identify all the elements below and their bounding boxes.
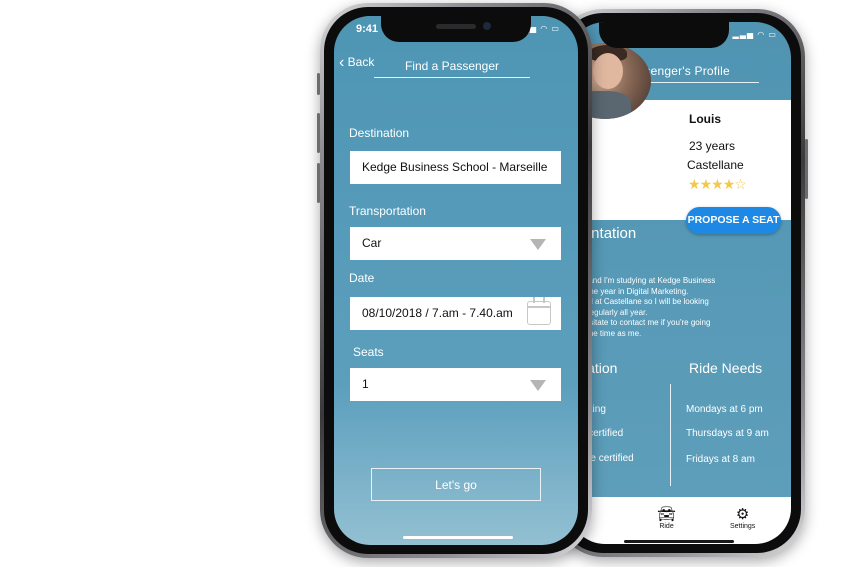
mute-switch <box>317 73 320 95</box>
bio-line: located at Castellane so I will be looki… <box>569 297 709 306</box>
phone-notch <box>599 22 729 48</box>
ride-need-friday: Fridays at 8 am <box>686 454 755 465</box>
star-filled-icon: ★ <box>722 176 736 192</box>
volume-down-button <box>317 163 320 203</box>
phone-frame-front: 9:41 ▂▃▅ ◠ ▭ ‹ Back Find a Passenger Des… <box>317 3 592 558</box>
star-filled-icon: ★ <box>699 176 713 192</box>
phone-notch <box>381 16 531 42</box>
tab-ride[interactable]: 🚘︎ Ride <box>657 506 677 531</box>
volume-up-button <box>317 113 320 153</box>
seats-select[interactable]: 1 <box>350 368 561 401</box>
chevron-down-icon <box>530 239 546 250</box>
home-indicator <box>624 540 734 543</box>
status-icons: ▂▃▅ ◠ ▭ <box>732 30 777 39</box>
back-label: Back <box>347 55 375 69</box>
chevron-down-icon <box>530 380 546 391</box>
seats-label: Seats <box>353 345 384 359</box>
chevron-left-icon: ‹ <box>339 54 345 71</box>
transportation-label: Transportation <box>349 204 426 218</box>
speaker-grille <box>436 24 476 29</box>
photo-face-right <box>593 53 623 89</box>
title-underline <box>374 77 530 78</box>
star-empty-icon: ☆ <box>734 176 747 192</box>
rating-stars: ★★★★☆ <box>688 176 747 193</box>
date-input[interactable]: 08/10/2018 / 7.am - 7.40.am <box>350 297 561 330</box>
passenger-city: Castellane <box>687 158 744 172</box>
bio-line: a car regularly all year. <box>569 307 648 317</box>
presentation-bio: Louis and I'm studying at Kedge Business… <box>569 276 747 339</box>
ride-need-monday: Mondays at 6 pm <box>686 404 763 415</box>
page-title: Find a Passenger <box>404 59 500 73</box>
star-filled-icon: ★ <box>711 176 724 192</box>
home-indicator <box>403 536 513 539</box>
passenger-age: 23 years <box>689 139 736 153</box>
tab-settings-label: Settings <box>730 523 756 530</box>
power-button <box>805 139 808 199</box>
propose-seat-button[interactable]: PROPOSE A SEAT <box>686 207 781 234</box>
calendar-icon[interactable] <box>527 297 551 325</box>
bio-line: he same time as me. <box>569 328 642 338</box>
phone-frame-back: ▂▃▅ ◠ ▭ Passenger's Profile Louis 23 yea… <box>555 9 808 557</box>
ride-need-thursday: Thursdays at 9 am <box>686 428 769 439</box>
seats-value: 1 <box>362 377 369 391</box>
date-label: Date <box>349 271 375 285</box>
find-passenger-screen: 9:41 ▂▃▅ ◠ ▭ ‹ Back Find a Passenger Des… <box>334 16 578 545</box>
ride-needs-heading: Ride Needs <box>689 360 763 376</box>
gear-icon: ⚙ <box>735 506 750 523</box>
destination-label: Destination <box>349 126 410 140</box>
lets-go-button[interactable]: Let's go <box>371 468 541 501</box>
column-divider <box>670 384 671 486</box>
passenger-name: Louis <box>689 112 721 126</box>
status-time: 9:41 <box>356 23 379 35</box>
tab-settings[interactable]: ⚙ Settings <box>730 506 756 531</box>
transportation-value: Car <box>362 236 382 250</box>
bio-line: ol for the year in Digital Marketing. <box>569 286 689 296</box>
destination-value: Kedge Business School - Marseille <box>362 160 548 174</box>
tab-ride-label: Ride <box>659 523 674 530</box>
transportation-select[interactable]: Car <box>350 227 561 260</box>
passenger-profile-screen: ▂▃▅ ◠ ▭ Passenger's Profile Louis 23 yea… <box>569 22 791 544</box>
car-icon: 🚘︎ <box>657 506 677 523</box>
bio-line: Louis and I'm studying at Kedge Business <box>569 276 716 285</box>
tab-bar: ⌂ me 🚘︎ Ride ⚙ Settings <box>569 497 791 544</box>
bio-line: not hesitate to contact me if you're goi… <box>569 318 711 327</box>
back-button[interactable]: ‹ Back <box>339 54 374 72</box>
star-filled-icon: ★ <box>688 176 701 192</box>
front-camera <box>483 22 491 30</box>
destination-input[interactable]: Kedge Business School - Marseille <box>350 151 561 184</box>
date-value: 08/10/2018 / 7.am - 7.40.am <box>362 306 513 320</box>
